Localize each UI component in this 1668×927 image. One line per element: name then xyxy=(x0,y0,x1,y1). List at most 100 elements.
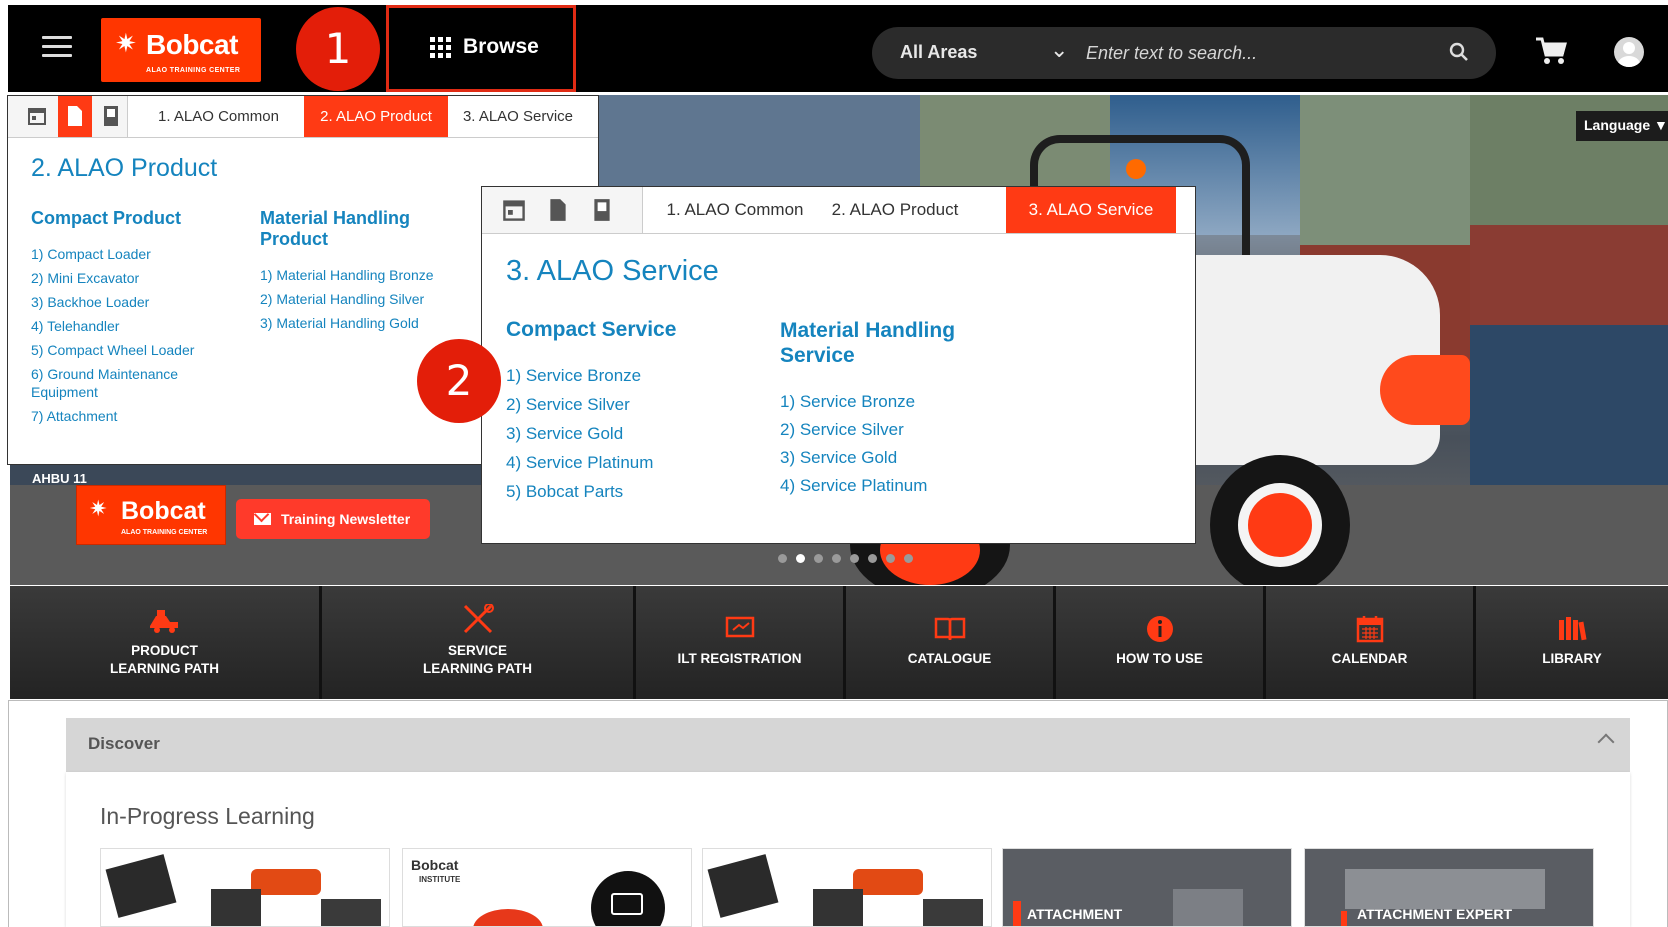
tab-alao-common[interactable]: 1. ALAO Common xyxy=(656,187,814,233)
menu-link[interactable]: 2) Mini Excavator xyxy=(31,269,241,287)
search-input[interactable] xyxy=(1086,37,1436,69)
menu-link[interactable]: 1) Service Bronze xyxy=(506,365,746,386)
menu-link[interactable]: 3) Service Gold xyxy=(780,448,1020,468)
menu-link[interactable]: 2) Material Handling Silver xyxy=(260,290,460,308)
browse-button[interactable]: Browse xyxy=(430,33,539,61)
tab-alao-service[interactable]: 3. ALAO Service xyxy=(1006,187,1176,233)
menu-link[interactable]: 2) Service Silver xyxy=(506,394,746,415)
menu-link[interactable]: 4) Telehandler xyxy=(31,317,241,335)
compact-service-heading: Compact Service xyxy=(506,318,677,341)
course-card[interactable] xyxy=(702,848,992,927)
tile-label-line2: LEARNING PATH xyxy=(423,661,532,676)
carousel-dot[interactable] xyxy=(850,554,859,563)
carousel-dot-active[interactable] xyxy=(796,554,805,563)
carousel-dot[interactable] xyxy=(886,554,895,563)
menu-link[interactable]: 4) Service Platinum xyxy=(780,476,1020,496)
material-handling-service-heading: Material Handling Service xyxy=(780,319,956,367)
material-handling-product-list: 1) Material Handling Bronze 2) Material … xyxy=(260,266,460,332)
book-icon xyxy=(934,617,965,641)
tile-label-line2: LEARNING PATH xyxy=(110,661,219,676)
document-icon[interactable] xyxy=(65,105,85,127)
course-card[interactable] xyxy=(100,848,390,927)
card-image-attachment xyxy=(923,899,983,926)
menu-link[interactable]: 4) Service Platinum xyxy=(506,452,746,473)
annotation-badge-1: 1 xyxy=(296,7,380,91)
compact-product-list: 1) Compact Loader 2) Mini Excavator 3) B… xyxy=(31,245,241,425)
card-caption: ATTACHMENT xyxy=(1027,906,1123,922)
menu-link[interactable]: 1) Material Handling Bronze xyxy=(260,266,460,284)
menu-link[interactable]: 6) Ground Maintenance Equipment xyxy=(31,365,241,401)
carousel-dot[interactable] xyxy=(814,554,823,563)
material-handling-product-heading: Material Handling Product xyxy=(260,208,411,249)
user-icon[interactable] xyxy=(1614,37,1644,67)
menu-link[interactable]: 5) Bobcat Parts xyxy=(506,481,746,502)
tile-label-line1: SERVICE xyxy=(447,643,508,658)
carousel-dot[interactable] xyxy=(832,554,841,563)
tile-catalogue[interactable]: CATALOGUE xyxy=(846,586,1056,699)
hero-container xyxy=(1470,225,1668,325)
cart-icon[interactable] xyxy=(1534,35,1568,67)
tile-service-learning-path[interactable]: SERVICE LEARNING PATH xyxy=(322,586,636,699)
container-code: AHBU 11 xyxy=(32,471,87,486)
carousel-dot[interactable] xyxy=(904,554,913,563)
tile-label: CALENDAR xyxy=(1331,651,1408,666)
forklift-light xyxy=(1380,355,1470,425)
card-image-bucket xyxy=(853,869,923,895)
presentation-icon xyxy=(725,616,754,638)
tile-how-to-use[interactable]: HOW TO USE xyxy=(1056,586,1266,699)
top-header: ✷ Bobcat ALAO TRAINING CENTER All Areas … xyxy=(8,5,1668,92)
calendar-icon[interactable] xyxy=(502,198,526,222)
carousel-dot[interactable] xyxy=(868,554,877,563)
calendar-icon[interactable] xyxy=(27,106,47,126)
language-selector[interactable]: Language ▼ xyxy=(1576,111,1668,141)
laptop-screen xyxy=(611,893,643,915)
browse-label: Browse xyxy=(463,35,539,58)
training-newsletter-button[interactable]: Training Newsletter xyxy=(236,499,430,539)
menu-link[interactable]: 1) Service Bronze xyxy=(780,392,1020,412)
brand-logo-sub: ALAO TRAINING CENTER xyxy=(146,67,241,74)
carousel-dot[interactable] xyxy=(778,554,787,563)
tab-alao-common[interactable]: 1. ALAO Common xyxy=(146,96,291,137)
tile-label: CATALOGUE xyxy=(907,651,992,666)
loader-icon xyxy=(149,610,178,633)
bobcat-emblem-icon: ✷ xyxy=(115,28,137,58)
browse-menu-service: 1. ALAO Common 2. ALAO Product 3. ALAO S… xyxy=(481,186,1196,544)
carousel-dots xyxy=(778,554,913,563)
menu-link[interactable]: 7) Attachment xyxy=(31,407,241,425)
tile-library[interactable]: LIBRARY xyxy=(1476,586,1668,699)
card-image-bucket xyxy=(251,869,321,895)
course-card[interactable]: Bobcat INSTITUTE xyxy=(402,848,692,927)
book-icon[interactable] xyxy=(101,105,121,127)
card-image-attachment xyxy=(211,889,261,926)
menu-link[interactable]: 2) Service Silver xyxy=(780,420,1020,440)
course-card[interactable]: ATTACHMENT xyxy=(1002,848,1292,927)
brand-logo[interactable]: ✷ Bobcat ALAO TRAINING CENTER xyxy=(101,18,261,82)
book-icon[interactable] xyxy=(591,198,613,222)
document-icon[interactable] xyxy=(547,198,569,222)
course-card[interactable]: ATTACHMENT EXPERT xyxy=(1304,848,1594,927)
tile-label-line1: PRODUCT xyxy=(131,643,198,658)
tab-alao-service[interactable]: 3. ALAO Service xyxy=(450,96,586,137)
tile-ilt-registration[interactable]: ILT REGISTRATION xyxy=(636,586,846,699)
chevron-up-icon[interactable] xyxy=(1597,733,1615,751)
mail-icon xyxy=(254,513,271,525)
tab-alao-product[interactable]: 2. ALAO Product xyxy=(816,187,974,233)
menu-link[interactable]: 1) Compact Loader xyxy=(31,245,241,263)
tile-product-learning-path[interactable]: PRODUCT LEARNING PATH xyxy=(10,586,322,699)
search-icon[interactable] xyxy=(1448,39,1470,65)
card-image-attachment xyxy=(321,899,381,926)
tile-calendar[interactable]: CALENDAR xyxy=(1266,586,1476,699)
tools-icon xyxy=(463,604,494,634)
chevron-down-icon[interactable]: ⌄ xyxy=(1050,37,1068,63)
menu-link[interactable]: 3) Backhoe Loader xyxy=(31,293,241,311)
menu-icon[interactable] xyxy=(42,36,72,58)
tile-label: HOW TO USE xyxy=(1116,651,1203,666)
card-logo-sub: INSTITUTE xyxy=(419,875,461,884)
menu-link[interactable]: 5) Compact Wheel Loader xyxy=(31,341,241,359)
area-select[interactable]: All Areas xyxy=(900,42,977,63)
tab-alao-product[interactable]: 2. ALAO Product xyxy=(304,96,448,137)
discover-header[interactable]: Discover xyxy=(66,718,1630,772)
menu-link[interactable]: 3) Service Gold xyxy=(506,423,746,444)
menu-service-title: 3. ALAO Service xyxy=(506,255,719,287)
menu-link[interactable]: 3) Material Handling Gold xyxy=(260,314,460,332)
